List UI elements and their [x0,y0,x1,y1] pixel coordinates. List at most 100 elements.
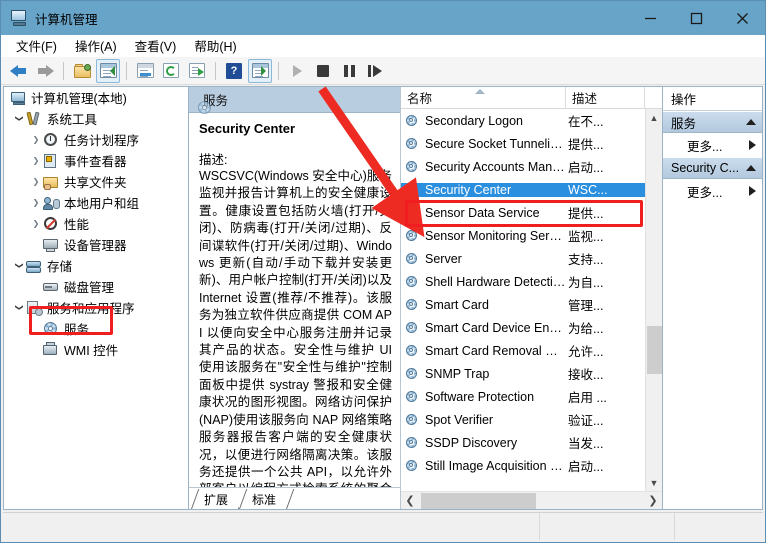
tree-item-device-manager[interactable]: 设备管理器 [4,234,188,255]
toolbar-separator [215,61,216,80]
chevron-right-icon[interactable] [29,219,43,228]
export-list-icon[interactable] [185,59,209,83]
chevron-right-icon[interactable] [29,198,43,207]
menu-item-help[interactable]: 帮助(H) [185,34,245,57]
tree-item-event-viewer[interactable]: 事件查看器 [4,150,188,171]
refresh-icon[interactable] [159,59,183,83]
tree-item-label: 设备管理器 [64,239,127,253]
menu-item-view[interactable]: 查看(V) [126,34,186,57]
actions-more-security-center[interactable]: 更多... [663,179,762,203]
table-row[interactable]: SNMP Trap 接收... [401,362,645,385]
back-icon[interactable] [7,59,31,83]
vertical-scroll-thumb[interactable] [646,326,662,374]
menu-item-file[interactable]: 文件(F) [7,34,66,57]
tree-item-shared-folders[interactable]: 共享文件夹 [4,171,188,192]
services-list[interactable]: 名称 描述 Secondary Logon 在不... Secure Socke… [401,87,662,509]
chevron-right-icon[interactable] [749,140,756,150]
tree-item-system-tools[interactable]: 系统工具 [4,108,188,129]
row-name: Server [425,251,462,266]
list-rows-container[interactable]: Secondary Logon 在不... Secure Socket Tunn… [401,109,645,491]
horizontal-scroll-thumb[interactable] [421,492,536,509]
row-name: Security Center [401,182,566,197]
row-description: 验证... [568,414,604,428]
table-row-selected[interactable]: Security Center WSC... [401,178,645,201]
stop-service-icon[interactable] [311,59,335,83]
tree-item-label: 共享文件夹 [64,176,127,190]
forward-icon[interactable] [33,59,57,83]
tree-item-computer-management[interactable]: 计算机管理(本地) [4,87,188,108]
list-vertical-scrollbar[interactable]: ▲ ▼ [645,109,662,491]
table-row[interactable]: Sensor Monitoring Service 监视... [401,224,645,247]
pause-service-icon[interactable] [337,59,361,83]
table-row[interactable]: Still Image Acquisition Ev... 启动... [401,454,645,477]
restart-service-icon[interactable] [363,59,387,83]
tree-item-task-scheduler[interactable]: 任务计划程序 [4,129,188,150]
list-horizontal-scrollbar[interactable]: ❮ ❯ [401,491,662,509]
tree-item-local-users-groups[interactable]: 本地用户和组 [4,192,188,213]
show-action-pane-icon[interactable] [248,58,272,83]
vertical-scroll-track[interactable] [646,126,663,474]
table-row[interactable]: SSDP Discovery 当发... [401,431,645,454]
table-row[interactable]: Security Accounts Manag... 启动... [401,155,645,178]
actions-group-services[interactable]: 服务 [663,111,762,133]
table-row[interactable]: Smart Card Device Enum... 为给... [401,316,645,339]
chevron-down-icon[interactable] [12,114,26,123]
tree-item-wmi-control[interactable]: WMI 控件 [4,339,188,360]
table-row[interactable]: Smart Card Removal Poli... 允许... [401,339,645,362]
scroll-right-icon[interactable]: ❯ [644,492,662,510]
tree-item-services[interactable]: 服务 [4,318,188,339]
scroll-left-icon[interactable]: ❮ [401,492,419,510]
start-service-icon[interactable] [285,59,309,83]
tree-item-label: 服务 [64,323,90,337]
tree-item-disk-management[interactable]: 磁盘管理 [4,276,188,297]
chevron-down-icon[interactable] [12,303,26,312]
maximize-icon[interactable] [673,1,719,35]
chevron-up-icon[interactable] [746,119,756,125]
scroll-down-icon[interactable]: ▼ [646,474,663,491]
table-row[interactable]: Secondary Logon 在不... [401,109,645,132]
tab-standard[interactable]: 标准 [239,489,288,509]
table-row[interactable]: Server 支持... [401,247,645,270]
actions-group-security-center[interactable]: Security C... [663,157,762,179]
column-header-description[interactable]: 描述 [566,87,645,108]
close-icon[interactable] [719,1,765,35]
row-description: 接收... [568,368,604,382]
toolbar-separator [126,61,127,80]
show-hide-tree-icon[interactable] [96,58,120,83]
table-row[interactable]: Smart Card 管理... [401,293,645,316]
status-cell-second [540,513,675,540]
tab-extended[interactable]: 扩展 [191,489,240,509]
chevron-down-icon[interactable] [12,261,26,270]
wmi-control-icon [43,341,60,358]
chevron-right-icon[interactable] [29,177,43,186]
tree-item-performance[interactable]: 性能 [4,213,188,234]
table-row[interactable]: Sensor Data Service 提供... [401,201,645,224]
selected-service-name: Security Center [199,121,296,136]
table-row[interactable]: Secure Socket Tunneling ... 提供... [401,132,645,155]
table-row[interactable]: Shell Hardware Detection 为自... [401,270,645,293]
properties-icon[interactable] [133,59,157,83]
chevron-right-icon[interactable] [29,135,43,144]
chevron-up-icon[interactable] [746,165,756,171]
up-folder-icon[interactable] [70,59,94,83]
tree-item-services-and-applications[interactable]: 服务和应用程序 [4,297,188,318]
services-pane: 服务 Security Center 描述: WSCSVC(Windows 安全… [189,86,663,510]
chevron-right-icon[interactable] [29,156,43,165]
table-row[interactable]: Spot Verifier 验证... [401,408,645,431]
row-name: Spot Verifier [425,412,494,427]
table-row[interactable]: Software Protection 启用 ... [401,385,645,408]
header-spacer [645,87,662,108]
local-users-groups-icon [43,195,60,211]
minimize-icon[interactable] [627,1,673,35]
menu-item-action[interactable]: 操作(A) [66,34,126,57]
actions-more-services[interactable]: 更多... [663,133,762,157]
chevron-right-icon[interactable] [749,186,756,196]
horizontal-scroll-track[interactable] [419,492,644,510]
console-tree[interactable]: 计算机管理(本地) 系统工具 任务计划程序 事件查看器 共享文件夹 [3,86,189,510]
column-header-name[interactable]: 名称 [401,87,566,108]
tree-item-storage[interactable]: 存储 [4,255,188,276]
scroll-up-icon[interactable]: ▲ [646,109,663,126]
help-icon[interactable]: ? [222,59,246,83]
row-name: SSDP Discovery [425,435,518,450]
tree-item-label: 事件查看器 [64,155,127,169]
